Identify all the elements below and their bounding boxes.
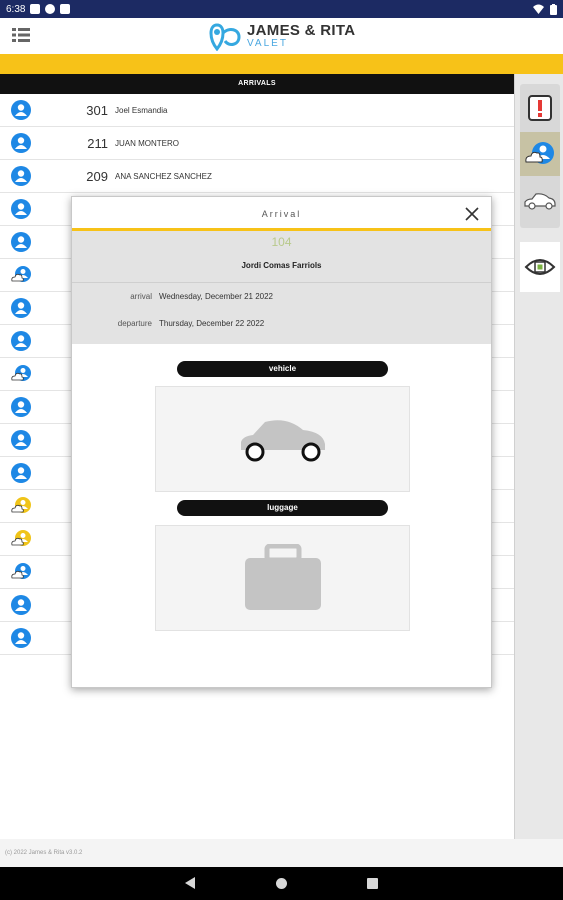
divider bbox=[72, 282, 491, 283]
app-header: JAMES & RITA VALET bbox=[0, 18, 563, 54]
android-nav-bar bbox=[0, 867, 563, 900]
reservation-info: 104 Jordi Comas Farriols arrival Wednesd… bbox=[72, 231, 491, 344]
sim-icon bbox=[60, 4, 71, 14]
user-icon bbox=[11, 199, 31, 219]
arrival-date: Wednesday, December 21 2022 bbox=[159, 292, 273, 301]
vehicle-section-label: vehicle bbox=[177, 361, 388, 377]
logo-title: JAMES & RITA bbox=[247, 22, 356, 39]
footer-copyright: (c) 2022 James & Rita v3.0.2 bbox=[0, 839, 563, 867]
logo-subtitle: VALET bbox=[247, 38, 288, 49]
vehicles-filter-button[interactable] bbox=[520, 180, 560, 224]
wifi-icon bbox=[533, 4, 544, 14]
guest-name: JUAN MONTERO bbox=[115, 138, 179, 148]
user-icon bbox=[11, 463, 31, 483]
user-icon bbox=[11, 595, 31, 615]
departure-date: Thursday, December 22 2022 bbox=[159, 319, 265, 328]
eye-icon bbox=[524, 259, 556, 275]
car-icon bbox=[524, 193, 556, 210]
accent-bar bbox=[0, 54, 563, 74]
room-number: 301 bbox=[86, 102, 108, 118]
departure-label: departure bbox=[117, 319, 152, 328]
user-cloud-icon bbox=[11, 365, 31, 381]
view-toggle-button[interactable] bbox=[520, 242, 560, 292]
user-icon bbox=[11, 430, 31, 450]
status-time: 6:38 bbox=[6, 3, 26, 15]
vehicle-button[interactable] bbox=[155, 386, 410, 492]
guest-name: ANA SANCHEZ SANCHEZ bbox=[115, 171, 212, 181]
user-icon bbox=[11, 100, 31, 120]
alert-icon bbox=[528, 95, 552, 121]
guest-name: Joel Esmandia bbox=[115, 105, 168, 115]
recent-apps-icon[interactable] bbox=[367, 878, 378, 889]
room-number: 211 bbox=[87, 135, 108, 151]
user-icon bbox=[11, 628, 31, 648]
user-icon bbox=[11, 166, 31, 186]
guests-filter-button[interactable] bbox=[520, 132, 560, 176]
user-icon bbox=[11, 331, 31, 351]
dialog-header: Arrival bbox=[72, 197, 491, 231]
user-cloud-icon bbox=[525, 142, 554, 164]
car-icon bbox=[240, 420, 325, 462]
luggage-button[interactable] bbox=[155, 525, 410, 631]
luggage-section-label: luggage bbox=[177, 500, 388, 516]
room-number: 104 bbox=[271, 235, 292, 249]
suitcase-icon bbox=[244, 544, 321, 610]
list-item[interactable]: 209 ANA SANCHEZ SANCHEZ bbox=[0, 160, 514, 193]
menu-icon[interactable] bbox=[12, 28, 30, 42]
user-cloud-icon bbox=[11, 266, 31, 282]
back-icon[interactable] bbox=[185, 877, 195, 889]
app-notification-icon bbox=[45, 4, 56, 14]
side-panel bbox=[514, 74, 563, 839]
guest-name: Jordi Comas Farriols bbox=[241, 261, 322, 270]
close-icon[interactable] bbox=[465, 207, 479, 221]
user-cloud-icon bbox=[11, 497, 31, 513]
user-cloud-icon bbox=[11, 563, 31, 579]
status-bar: 6:38 bbox=[0, 0, 563, 18]
battery-icon bbox=[550, 3, 557, 15]
user-icon bbox=[11, 298, 31, 318]
app-logo: JAMES & RITA VALET bbox=[207, 21, 355, 51]
arrivals-header: ARRIVALS bbox=[0, 74, 514, 94]
user-icon bbox=[11, 397, 31, 417]
user-icon bbox=[11, 232, 31, 252]
dialog-title: Arrival bbox=[261, 209, 302, 219]
alerts-button[interactable] bbox=[520, 86, 560, 130]
room-number: 209 bbox=[86, 168, 108, 184]
notification-icon bbox=[30, 4, 41, 14]
arrival-dialog: Arrival 104 Jordi Comas Farriols arrival… bbox=[71, 196, 492, 688]
list-item[interactable]: 301 Joel Esmandia bbox=[0, 94, 514, 127]
home-icon[interactable] bbox=[276, 878, 287, 889]
user-cloud-icon bbox=[11, 530, 31, 546]
list-item[interactable]: 211 JUAN MONTERO bbox=[0, 127, 514, 160]
logo-mark-icon bbox=[209, 23, 241, 51]
user-icon bbox=[11, 133, 31, 153]
arrival-label: arrival bbox=[130, 292, 152, 301]
